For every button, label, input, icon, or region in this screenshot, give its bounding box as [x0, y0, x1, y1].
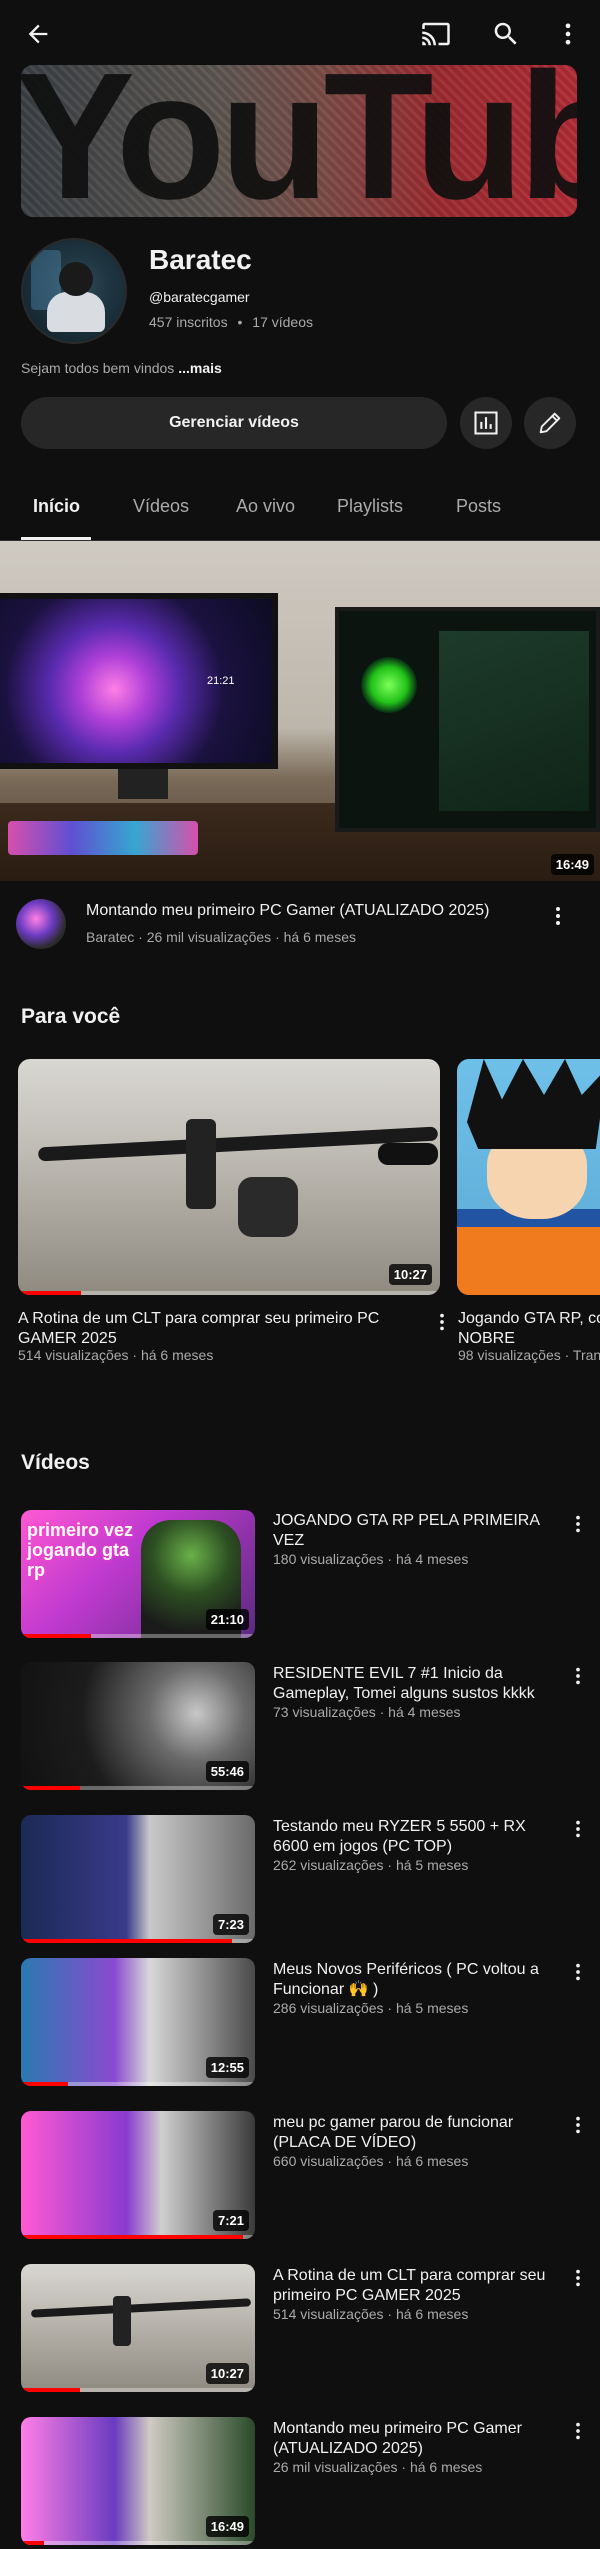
featured-video-thumbnail[interactable]: 21:21 16:49 — [0, 541, 600, 881]
manage-videos-button[interactable]: Gerenciar vídeos — [21, 397, 447, 449]
video-title[interactable]: RESIDENTE EVIL 7 #1 Inicio da Gameplay, … — [273, 1664, 558, 1704]
subscriber-count: 457 inscritos — [149, 314, 228, 330]
tab-ao-vivo[interactable]: Ao vivo — [236, 496, 295, 517]
for-you-duration: 10:27 — [388, 1264, 432, 1285]
watch-progress — [18, 1291, 82, 1295]
watch-progress — [21, 2082, 68, 2086]
video-duration: 7:23 — [212, 1914, 249, 1935]
video-meta: 73 visualizações · há 4 meses — [273, 1704, 461, 1720]
video-thumbnail[interactable]: 7:23 — [21, 1815, 255, 1943]
edit-channel-button[interactable] — [524, 397, 576, 449]
video-title[interactable]: Montando meu primeiro PC Gamer (ATUALIZA… — [273, 2419, 558, 2459]
watch-progress — [21, 1786, 80, 1790]
video-thumbnail[interactable]: primeiro vez jogando gta rp 21:10 — [21, 1510, 255, 1638]
video-title[interactable]: Meus Novos Periféricos ( PC voltou a Fun… — [273, 1960, 558, 2000]
video-meta: 180 visualizações · há 4 meses — [273, 1551, 469, 1567]
video-duration: 55:46 — [205, 1761, 249, 1782]
video-meta: 262 visualizações · há 5 meses — [273, 1857, 469, 1873]
video-meta: 514 visualizações · há 6 meses — [273, 2306, 469, 2322]
more-vert-icon[interactable] — [548, 12, 588, 56]
for-you-card-thumbnail[interactable]: 10:27 — [18, 1059, 440, 1295]
channel-stats: 457 inscritos • 17 vídeos — [149, 314, 313, 330]
search-icon[interactable] — [484, 12, 528, 56]
video-thumbnail[interactable]: 10:27 — [21, 2264, 255, 2392]
more-link[interactable]: ...mais — [178, 360, 222, 376]
video-count: 17 vídeos — [252, 314, 313, 330]
for-you-card-meta: 98 visualizações · Tran — [458, 1347, 600, 1363]
video-duration: 7:21 — [212, 2210, 249, 2231]
video-more-icon[interactable] — [566, 2419, 590, 2443]
featured-meta: Baratec · 26 mil visualizações · há 6 me… — [86, 929, 356, 945]
back-arrow-icon[interactable] — [18, 14, 58, 54]
analytics-button[interactable] — [460, 397, 512, 449]
video-thumbnail[interactable]: 7:21 — [21, 2111, 255, 2239]
channel-avatar[interactable] — [21, 238, 127, 344]
for-you-card-thumbnail[interactable] — [457, 1059, 600, 1295]
for-you-card-title[interactable]: Jogando GTA RP, co NOBRE — [458, 1309, 600, 1349]
video-meta: 286 visualizações · há 5 meses — [273, 2000, 469, 2016]
video-duration: 21:10 — [205, 1609, 249, 1630]
video-thumbnail[interactable]: 55:46 — [21, 1662, 255, 1790]
featured-channel-avatar[interactable] — [16, 899, 66, 949]
video-title[interactable]: A Rotina de um CLT para comprar seu prim… — [273, 2266, 558, 2306]
pencil-icon — [536, 409, 564, 437]
tab-posts[interactable]: Posts — [456, 496, 501, 517]
video-more-icon[interactable] — [566, 1664, 590, 1688]
video-more-icon[interactable] — [566, 2113, 590, 2137]
featured-more-icon[interactable] — [546, 904, 570, 928]
watch-progress — [21, 2388, 80, 2392]
channel-banner: YouTube — [21, 65, 577, 217]
channel-handle: @baratecgamer — [149, 289, 250, 305]
video-duration: 10:27 — [205, 2363, 249, 2384]
tab-inicio[interactable]: Início — [33, 496, 80, 517]
video-title[interactable]: meu pc gamer parou de funcionar (PLACA D… — [273, 2113, 558, 2153]
video-thumbnail[interactable]: 12:55 — [21, 1958, 255, 2086]
video-duration: 12:55 — [205, 2057, 249, 2078]
video-title[interactable]: Testando meu RYZER 5 5500 + RX 6600 em j… — [273, 1817, 558, 1857]
video-more-icon[interactable] — [566, 1960, 590, 1984]
thumbnail-clock: 21:21 — [207, 675, 235, 687]
cast-icon[interactable] — [414, 12, 458, 56]
section-title-for-you: Para você — [21, 1005, 121, 1028]
for-you-card-title[interactable]: A Rotina de um CLT para comprar seu prim… — [18, 1309, 418, 1349]
stats-separator: • — [237, 314, 243, 330]
video-more-icon[interactable] — [566, 1817, 590, 1841]
watch-progress — [21, 1939, 232, 1943]
watch-progress — [21, 1634, 92, 1638]
video-more-icon[interactable] — [566, 2266, 590, 2290]
analytics-icon — [472, 409, 500, 437]
channel-name: Baratec — [149, 244, 252, 275]
featured-title[interactable]: Montando meu primeiro PC Gamer (ATUALIZA… — [86, 901, 526, 921]
tab-videos[interactable]: Vídeos — [133, 496, 189, 517]
video-meta: 660 visualizações · há 6 meses — [273, 2153, 469, 2169]
video-title[interactable]: JOGANDO GTA RP PELA PRIMEIRA VEZ — [273, 1511, 558, 1551]
channel-description[interactable]: Sejam todos bem vindos ...mais — [21, 360, 222, 376]
tab-playlists[interactable]: Playlists — [337, 496, 403, 517]
for-you-more-icon[interactable] — [430, 1310, 454, 1334]
description-text: Sejam todos bem vindos — [21, 360, 175, 376]
video-thumbnail[interactable]: 16:49 — [21, 2417, 255, 2545]
featured-duration: 16:49 — [550, 854, 594, 875]
video-more-icon[interactable] — [566, 1512, 590, 1536]
video-meta: 26 mil visualizações · há 6 meses — [273, 2459, 483, 2475]
section-title-videos: Vídeos — [21, 1451, 90, 1474]
video-duration: 16:49 — [205, 2516, 249, 2537]
for-you-card-meta: 514 visualizações · há 6 meses — [18, 1347, 214, 1363]
watch-progress — [21, 2235, 244, 2239]
thumbnail-text: primeiro vez jogando gta rp — [27, 1520, 134, 1580]
banner-text: YouTube — [21, 65, 577, 217]
watch-progress — [21, 2541, 45, 2545]
